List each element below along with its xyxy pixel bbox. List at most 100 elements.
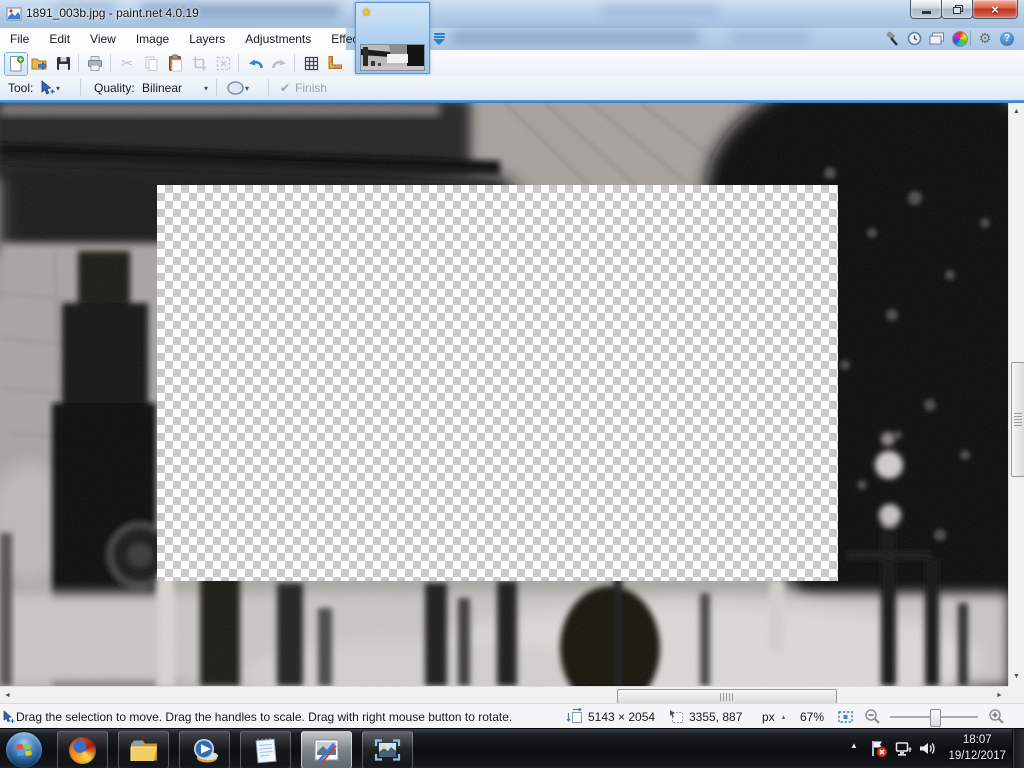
zoom-slider-thumb[interactable] [930,709,941,727]
show-desktop-button[interactable] [1012,729,1024,768]
history-window-button[interactable] [904,29,924,48]
menu-image[interactable]: Image [126,28,179,50]
zoom-in-button[interactable] [988,704,1005,729]
rulers-button[interactable] [324,52,346,74]
taskbar-photo-viewer-button[interactable] [362,731,413,768]
horizontal-scroll-thumb[interactable] [617,689,837,704]
pixel-grid-button[interactable] [300,52,322,74]
unit-value: px [762,710,775,724]
menu-view[interactable]: View [80,28,126,50]
crop-button[interactable] [188,52,210,74]
taskbar-explorer-button[interactable] [118,731,169,768]
zoom-slider[interactable] [890,704,978,729]
scroll-down-icon[interactable]: ▼ [1013,673,1020,680]
zoom-to-window-button[interactable] [836,704,855,729]
finish-button[interactable]: ✔ Finish [280,78,327,98]
menu-layers[interactable]: Layers [179,28,235,50]
show-hidden-icons-button[interactable]: ▲ [850,741,858,750]
check-icon: ✔ [280,81,290,95]
redo-button[interactable] [268,52,290,74]
copy-button[interactable] [140,52,162,74]
tools-window-button[interactable] [882,29,902,48]
taskbar-media-player-button[interactable] [179,731,230,768]
finish-label: Finish [295,81,327,95]
grid-icon [303,55,320,72]
open-folder-icon [30,54,48,72]
quality-dropdown[interactable]: Bilinear ▾ [142,78,208,98]
taskbar-paintnet-button[interactable] [301,731,352,768]
start-button[interactable] [5,731,43,768]
layers-icon [928,31,945,46]
scroll-left-icon[interactable]: ◄ [4,692,11,699]
title-bar: 1891_003b.jpg - paint.net 4.0.19 × [0,0,1024,28]
deselect-button[interactable] [212,52,234,74]
copy-icon [143,55,160,72]
chevron-down-icon [433,39,445,45]
horizontal-scrollbar[interactable]: ◄ ► [0,686,1008,704]
cursor-position-value: 3355, 887 [689,710,742,724]
transparent-selection-region[interactable] [157,185,838,581]
scroll-grip [720,693,734,701]
menu-panel: File Edit View Image Layers Adjustments … [0,28,346,51]
open-button[interactable] [28,52,50,74]
network-icon[interactable] [895,741,913,757]
tool-dropdown[interactable]: ▾ [38,78,72,98]
image-size-indicator: 5143 × 2054 [566,704,655,729]
save-floppy-icon [55,55,72,72]
selection-quality-dropdown[interactable]: ▾ [226,78,260,98]
restore-button[interactable] [941,0,973,19]
colors-window-button[interactable] [950,29,970,48]
menu-edit[interactable]: Edit [39,28,80,50]
print-button[interactable] [84,52,106,74]
menu-file[interactable]: File [0,28,39,50]
layers-window-button[interactable] [926,29,946,48]
vertical-scrollbar[interactable]: ▲ ▼ [1008,103,1024,686]
paste-button[interactable] [164,52,186,74]
scroll-right-icon[interactable]: ► [996,692,1003,699]
paintnet-icon [313,737,340,764]
firefox-icon [69,737,96,764]
zoom-out-icon [864,708,881,725]
unit-selector[interactable]: px ▴ [762,704,785,729]
settings-button[interactable]: ⚙ [975,29,995,48]
new-button[interactable] [4,52,28,76]
cut-button[interactable]: ✂ [116,52,138,74]
scroll-up-icon[interactable]: ▲ [1013,108,1020,115]
zoom-level-value: 67% [800,710,824,724]
taskbar-notepad-button[interactable] [240,731,291,768]
glass-blur-artifact [600,4,720,16]
gear-icon: ⚙ [979,30,992,47]
close-button[interactable]: × [972,0,1018,19]
minimize-button[interactable] [910,0,942,19]
zoom-out-button[interactable] [864,704,881,729]
volume-icon[interactable] [918,740,936,757]
zoom-level-indicator[interactable]: 67% [800,704,824,729]
zoom-to-window-icon [836,709,855,725]
status-bar: Drag the selection to move. Drag the han… [0,703,1024,729]
image-thumbnail [360,44,425,71]
canvas-area[interactable] [0,103,1008,686]
tool-label: Tool: [8,81,33,95]
folder-icon [129,738,159,763]
image-size-icon [566,708,584,725]
scroll-grip [1014,413,1022,427]
options-separator [216,79,217,96]
help-button[interactable]: ? [997,29,1017,48]
clock-time: 18:07 [948,732,1006,748]
image-list-button[interactable] [430,30,448,47]
action-center-flag-icon[interactable] [869,739,888,758]
taskbar-clock[interactable]: 18:07 19/12/2017 [948,732,1006,764]
toolbar-separator [294,54,295,72]
save-button[interactable] [52,52,74,74]
hammer-icon [884,31,900,47]
zoom-slider-track[interactable] [890,716,978,718]
taskbar-firefox-button[interactable] [57,731,108,768]
image-tab[interactable]: ★ [355,2,430,74]
windows-flag-icon [14,740,34,760]
undo-button[interactable] [244,52,266,74]
vertical-scroll-thumb[interactable] [1011,362,1024,477]
menu-adjustments[interactable]: Adjustments [235,28,321,50]
color-wheel-icon [952,31,968,47]
help-icon: ? [1000,32,1014,46]
ruler-icon [326,54,344,72]
